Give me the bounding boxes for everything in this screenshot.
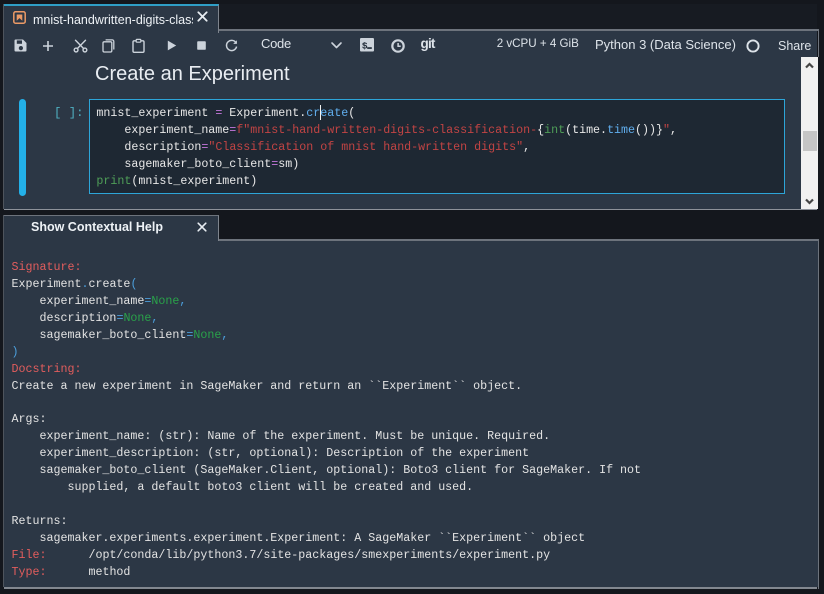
svg-text:$: $	[362, 41, 368, 52]
